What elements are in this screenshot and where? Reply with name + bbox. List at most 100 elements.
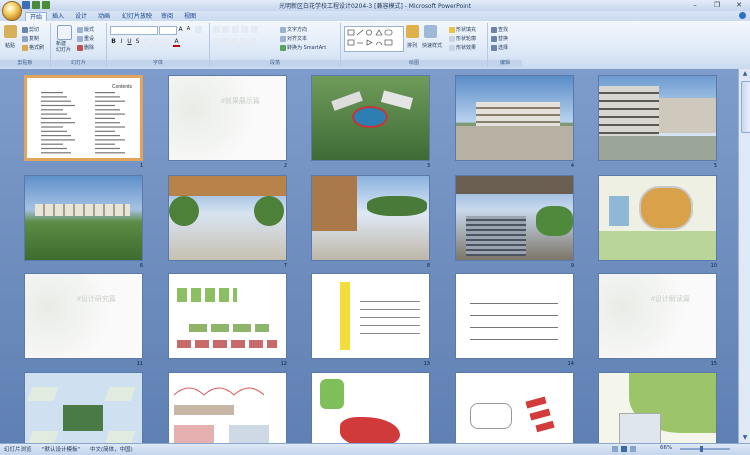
slide-thumbnail[interactable]: #设计研究篇: [24, 273, 143, 359]
shape-outline-button[interactable]: 形状轮廓: [449, 35, 476, 42]
tab-insert[interactable]: 插入: [52, 12, 64, 21]
slide-thumbnail[interactable]: #设计解读篇: [598, 273, 717, 359]
tab-view[interactable]: 视图: [184, 12, 196, 21]
slide-number: 6: [139, 263, 143, 269]
font-size-combo[interactable]: [159, 26, 177, 35]
slide-thumbnail[interactable]: [24, 372, 143, 443]
new-slide-button[interactable]: 新建 幻灯片: [56, 41, 71, 53]
slide-thumbnail[interactable]: [168, 372, 287, 443]
arrange-button[interactable]: 排列: [407, 42, 417, 49]
normal-view-icon[interactable]: [612, 446, 618, 452]
strikethrough-icon[interactable]: S: [134, 38, 141, 45]
slide-thumbnail[interactable]: [598, 372, 717, 443]
slide-preview-shape: [360, 294, 420, 334]
decrease-indent-icon[interactable]: [232, 26, 239, 33]
slide-preview-shape: [104, 387, 136, 401]
window-controls: – ❐ ✕: [684, 0, 750, 10]
slide-thumbnail[interactable]: [455, 175, 574, 261]
shape-effects-button[interactable]: 形状效果: [449, 44, 476, 51]
zoom-slider-knob[interactable]: [700, 446, 703, 452]
quick-styles-icon[interactable]: [424, 25, 437, 38]
font-color-icon[interactable]: A: [173, 38, 180, 47]
slide-thumbnail[interactable]: [455, 273, 574, 359]
status-view: 幻灯片浏览: [4, 447, 32, 453]
arrange-icon[interactable]: [406, 25, 419, 38]
align-center-icon[interactable]: [222, 38, 229, 45]
ribbon-tabs: 开始 插入 设计 动画 幻灯片放映 审阅 视图: [0, 11, 750, 22]
vertical-scrollbar[interactable]: ▲ ▼: [738, 69, 750, 443]
align-text-button[interactable]: 对齐文本: [280, 35, 307, 42]
find-button[interactable]: 查找: [491, 26, 508, 33]
slide-thumbnail[interactable]: [168, 175, 287, 261]
slide-preview-shape: [27, 431, 59, 443]
tab-review[interactable]: 审阅: [161, 12, 173, 21]
close-button[interactable]: ✕: [728, 0, 750, 10]
slide-thumbnail[interactable]: #效果展示篇: [168, 75, 287, 161]
change-case-icon[interactable]: [162, 38, 169, 45]
select-button[interactable]: 选择: [491, 44, 508, 51]
sorter-view-icon[interactable]: [621, 446, 627, 452]
clear-format-icon[interactable]: [195, 26, 202, 33]
slide-thumbnail[interactable]: [311, 372, 430, 443]
paste-button[interactable]: 粘贴: [5, 42, 15, 49]
scroll-thumb[interactable]: [741, 81, 750, 133]
replace-button[interactable]: 替换: [491, 35, 508, 42]
slide-thumbnail[interactable]: Contents: [24, 75, 143, 161]
spacing-icon[interactable]: [152, 38, 159, 45]
maximize-button[interactable]: ❐: [706, 0, 728, 10]
tab-slideshow[interactable]: 幻灯片放映: [122, 12, 152, 21]
slide-thumbnail[interactable]: [455, 372, 574, 443]
scroll-down-icon[interactable]: ▼: [741, 434, 749, 442]
align-right-icon[interactable]: [231, 38, 238, 45]
office-button[interactable]: [2, 1, 22, 21]
slide-preview-shape: [189, 324, 269, 332]
slide-thumbnail[interactable]: [598, 75, 717, 161]
format-painter-button[interactable]: 格式刷: [22, 44, 44, 51]
slide-thumbnail[interactable]: [311, 175, 430, 261]
minimize-button[interactable]: –: [684, 0, 706, 10]
scroll-up-icon[interactable]: ▲: [741, 70, 749, 78]
italic-icon[interactable]: I: [118, 38, 125, 45]
slide-thumbnail[interactable]: [168, 273, 287, 359]
slideshow-view-icon[interactable]: [630, 446, 636, 452]
new-slide-icon[interactable]: [57, 25, 72, 40]
slide-preview-shape: [599, 86, 659, 136]
slide-number: 13: [423, 361, 430, 367]
paragraph-group-label: 段落: [210, 60, 340, 67]
slide-thumbnail[interactable]: [311, 75, 430, 161]
bold-icon[interactable]: B: [110, 38, 117, 45]
tab-animation[interactable]: 动画: [98, 12, 110, 21]
zoom-slider[interactable]: [680, 446, 730, 452]
layout-button[interactable]: 版式: [77, 26, 94, 33]
copy-button[interactable]: 复制: [22, 35, 39, 42]
justify-icon[interactable]: [240, 38, 247, 45]
slide-thumbnail[interactable]: [311, 273, 430, 359]
slide-thumbnail[interactable]: [455, 75, 574, 161]
reset-button[interactable]: 重设: [77, 35, 94, 42]
underline-icon[interactable]: U: [126, 38, 133, 45]
cut-button[interactable]: 剪切: [22, 26, 39, 33]
paste-icon[interactable]: [4, 25, 17, 38]
bullets-icon[interactable]: [213, 26, 220, 33]
zoom-level[interactable]: 66%: [660, 445, 672, 451]
delete-button[interactable]: 删除: [77, 44, 94, 51]
line-spacing-icon[interactable]: [251, 26, 258, 33]
text-direction-button[interactable]: 文字方向: [280, 26, 307, 33]
shape-fill-button[interactable]: 形状填充: [449, 26, 476, 33]
grow-font-button[interactable]: A: [177, 26, 184, 33]
shapes-gallery[interactable]: [344, 26, 404, 52]
help-icon[interactable]: [739, 12, 746, 19]
slide-thumbnail[interactable]: [598, 175, 717, 261]
font-name-combo[interactable]: [110, 26, 158, 35]
quick-styles-button[interactable]: 快速样式: [422, 42, 442, 49]
increase-indent-icon[interactable]: [241, 26, 248, 33]
align-left-icon[interactable]: [213, 38, 220, 45]
columns-icon[interactable]: [249, 38, 256, 45]
smartart-button[interactable]: 转换为 SmartArt: [280, 44, 326, 51]
numbering-icon[interactable]: [222, 26, 229, 33]
shrink-font-button[interactable]: A: [185, 26, 192, 33]
tab-design[interactable]: 设计: [75, 12, 87, 21]
shadow-icon[interactable]: [143, 38, 150, 45]
slide-preview-shape: [659, 98, 716, 133]
slide-thumbnail[interactable]: [24, 175, 143, 261]
